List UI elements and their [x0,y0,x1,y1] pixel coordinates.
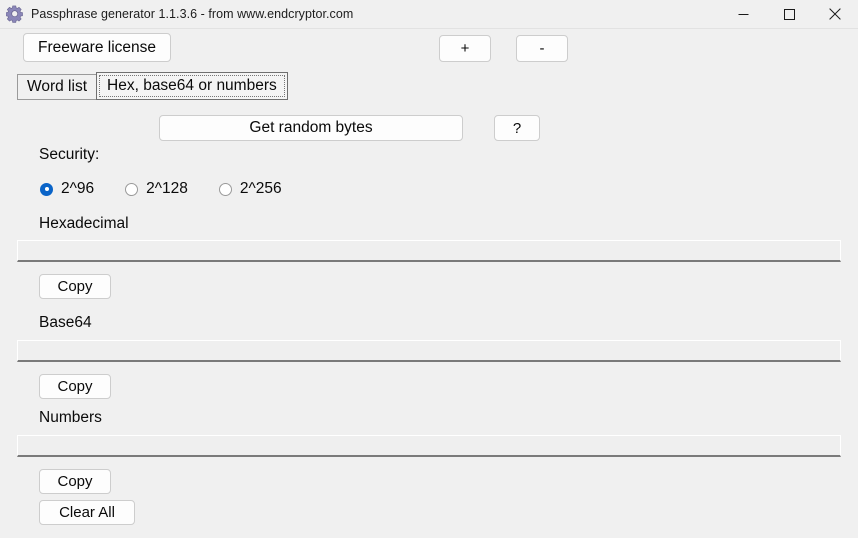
tab-word-list[interactable]: Word list [17,74,97,100]
clear-all-button[interactable]: Clear All [39,500,135,525]
hexadecimal-label: Hexadecimal [39,215,129,232]
copy-numbers-button[interactable]: Copy [39,469,111,494]
base64-input[interactable] [17,340,841,362]
tab-word-list-label: Word list [27,78,88,95]
tab-strip: Word list Hex, base64 or numbers [17,72,288,100]
increase-button[interactable]: + [439,35,491,62]
freeware-license-button[interactable]: Freeware license [23,33,171,62]
numbers-input[interactable] [17,435,841,457]
tab-hex-base64-numbers[interactable]: Hex, base64 or numbers [96,72,288,100]
tab-hex-base64-numbers-label: Hex, base64 or numbers [107,77,277,94]
copy-base64-button[interactable]: Copy [39,374,111,399]
hexadecimal-input[interactable] [17,240,841,262]
radio-mark-icon [218,182,232,196]
radio-security-2-96-label: 2^96 [61,180,95,197]
radio-security-2-256[interactable]: 2^256 [218,180,282,198]
close-icon[interactable] [812,0,858,28]
radio-security-2-128[interactable]: 2^128 [125,180,188,198]
radio-mark-icon [125,182,139,196]
base64-label: Base64 [39,314,92,331]
security-label: Security: [39,146,100,163]
gear-icon [5,5,24,23]
numbers-label: Numbers [39,409,102,426]
security-radio-group: 2^96 2^128 2^256 [40,180,313,198]
radio-security-2-256-label: 2^256 [239,180,282,197]
help-button[interactable]: ? [494,115,540,141]
radio-mark-icon [40,182,53,196]
window-controls [720,0,858,28]
copy-hexadecimal-button[interactable]: Copy [39,274,111,299]
minimize-icon[interactable] [720,0,766,28]
radio-security-2-128-label: 2^128 [146,180,188,197]
titlebar: Passphrase generator 1.1.3.6 - from www.… [0,0,858,29]
window-title: Passphrase generator 1.1.3.6 - from www.… [31,7,354,21]
maximize-icon[interactable] [766,0,812,28]
app-window: Passphrase generator 1.1.3.6 - from www.… [0,0,858,538]
radio-security-2-96[interactable]: 2^96 [40,180,94,198]
get-random-bytes-button[interactable]: Get random bytes [159,115,463,141]
decrease-button[interactable]: - [516,35,568,62]
